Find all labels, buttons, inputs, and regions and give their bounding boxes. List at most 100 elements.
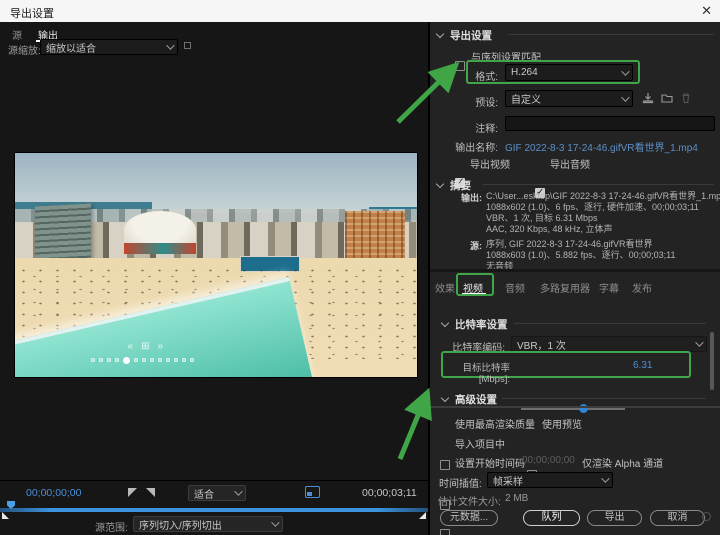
- zoom-level-value: 适合: [194, 489, 214, 501]
- preset-label: 预设:: [475, 98, 498, 109]
- target-bitrate-slider[interactable]: [521, 404, 625, 413]
- metadata-button[interactable]: 元数据...: [440, 510, 498, 526]
- export-video-label: 导出视频: [470, 160, 510, 171]
- current-timecode[interactable]: 00;00;00;00: [26, 487, 81, 499]
- summary-output-line: C:\User...esktop\GIF 2022-8-3 17-24-46.g…: [486, 191, 720, 201]
- start-timecode-value: 00;00;00;00: [522, 455, 575, 466]
- estimated-size-value: 2 MB: [505, 493, 529, 504]
- zoom-level-dropdown[interactable]: 适合: [188, 485, 246, 501]
- mark-out-icon[interactable]: [146, 488, 155, 497]
- tab-source[interactable]: 源: [12, 27, 22, 42]
- collapse-chevron-icon: [435, 29, 445, 39]
- tab-effects[interactable]: 效果: [435, 280, 455, 295]
- pager-dot: [158, 358, 163, 363]
- pager-dot: [115, 358, 120, 363]
- bitrate-section-header[interactable]: 比特率设置: [440, 317, 508, 332]
- tab-captions[interactable]: 字幕: [599, 280, 619, 295]
- save-preset-icon[interactable]: [642, 92, 654, 104]
- summary-output-line: AAC, 320 Kbps, 48 kHz, 立体声: [486, 224, 613, 234]
- source-scale-value: 缩放以适合: [46, 43, 96, 55]
- scene-orange-building: [344, 211, 405, 261]
- pager-dot: [107, 358, 112, 363]
- bitrate-encoding-label: 比特率编码:: [452, 343, 505, 354]
- comment-label: 注释:: [475, 124, 498, 135]
- bitrate-title: 比特率设置: [455, 319, 508, 331]
- match-sequence-label: 与序列设置匹配: [471, 53, 541, 64]
- queue-button[interactable]: 队列: [523, 510, 580, 526]
- summary-output-line: VBR、1 次, 目标 6.31 Mbps: [486, 213, 598, 223]
- header-rule: [514, 323, 706, 324]
- tab-video-underline: [462, 293, 486, 295]
- pager-dot: [190, 358, 195, 363]
- time-interpolation-dropdown[interactable]: 帧采样: [487, 472, 613, 488]
- summary-source-line: 1088x603 (1.0)、5.882 fps、逐行、00;00;03;11: [486, 250, 676, 260]
- preset-value: 自定义: [511, 95, 541, 106]
- advanced-section-header[interactable]: 高级设置: [440, 392, 497, 407]
- start-timecode-checkbox[interactable]: [440, 529, 450, 535]
- max-render-quality-checkbox[interactable]: [440, 460, 450, 470]
- source-range-value: 序列切入/序列切出: [139, 520, 222, 532]
- collapse-chevron-icon: [435, 179, 445, 189]
- nav-prev-icon: «: [127, 341, 142, 353]
- export-section-title: 导出设置: [450, 30, 492, 42]
- time-interpolation-value: 帧采样: [493, 476, 523, 488]
- summary-output-label: 输出:: [461, 193, 482, 203]
- bitrate-encoding-value: VBR，1 次: [517, 340, 566, 352]
- tab-publish[interactable]: 发布: [632, 280, 652, 295]
- title-bar: 导出设置 ✕: [0, 0, 720, 22]
- match-sequence-checkbox[interactable]: [455, 61, 465, 71]
- duration-timecode: 00;00;03;11: [362, 487, 417, 499]
- scale-option-box[interactable]: [184, 42, 191, 49]
- export-button[interactable]: 导出: [587, 510, 642, 526]
- import-preset-folder-icon[interactable]: [661, 92, 673, 104]
- source-range-label: 源范围:: [95, 523, 128, 534]
- resize-grip[interactable]: [702, 512, 711, 521]
- bitrate-encoding-dropdown[interactable]: VBR，1 次: [511, 336, 707, 352]
- nav-next-icon: »: [157, 341, 172, 353]
- format-dropdown[interactable]: H.264: [505, 64, 633, 81]
- pager-dot: [99, 358, 104, 363]
- panel-edge: [430, 406, 720, 408]
- summary-output-line: 1088x602 (1.0)、6 fps、逐行, 硬件加速、00;00;03;1…: [486, 202, 699, 212]
- pager-dot: [123, 356, 131, 364]
- gif-nav-overlay: «⊞»: [128, 341, 172, 352]
- nav-grid-icon: ⊞: [141, 341, 158, 353]
- timeline-handle-right[interactable]: [419, 512, 426, 519]
- comment-input[interactable]: [505, 116, 715, 131]
- chevron-down-icon: [621, 92, 630, 102]
- fit-screen-icon[interactable]: [305, 486, 320, 498]
- timeline-scrubber[interactable]: [0, 508, 428, 512]
- header-rule: [508, 34, 714, 35]
- chevron-down-icon: [234, 487, 243, 496]
- target-bitrate-value[interactable]: 6.31: [633, 360, 652, 371]
- output-name-link[interactable]: GIF 2022-8-3 17-24-46.gifVR看世界_1.mp4: [505, 139, 698, 154]
- cancel-button[interactable]: 取消: [650, 510, 705, 526]
- summary-source-label: 源:: [470, 241, 482, 251]
- source-scale-dropdown[interactable]: 缩放以适合: [40, 39, 178, 55]
- mark-in-icon[interactable]: [128, 488, 137, 497]
- chevron-down-icon: [166, 41, 175, 50]
- section-gap: [430, 269, 720, 272]
- pager-dot: [142, 358, 147, 363]
- format-value: H.264: [511, 67, 538, 78]
- timeline-handle-left[interactable]: [2, 512, 9, 519]
- estimated-size-label: 估计文件大小:: [438, 497, 501, 508]
- collapse-chevron-icon: [440, 393, 450, 403]
- tab-audio[interactable]: 音频: [505, 280, 525, 295]
- start-timecode-label: 设置开始时间码: [455, 459, 525, 470]
- scrollbar-thumb[interactable]: [710, 332, 714, 390]
- export-section-header[interactable]: 导出设置: [435, 28, 492, 43]
- format-label: 格式:: [475, 72, 498, 83]
- tab-multiplexer[interactable]: 多路复用器: [540, 280, 590, 295]
- pager-dot: [150, 358, 155, 363]
- pager-dot: [91, 358, 96, 363]
- target-bitrate-label: 目标比特率 [Mbps]:: [462, 363, 510, 385]
- export-settings-dialog: 导出设置 ✕ 源 输出 源缩放: 缩放以适合 «⊞» 00;00;00;00 适…: [0, 0, 720, 535]
- delete-preset-trash-icon[interactable]: [680, 92, 692, 104]
- preset-dropdown[interactable]: 自定义: [505, 90, 633, 107]
- video-preview[interactable]: «⊞»: [14, 152, 418, 378]
- close-icon[interactable]: ✕: [701, 3, 712, 19]
- advanced-title: 高级设置: [455, 394, 497, 406]
- header-rule: [483, 184, 714, 185]
- source-range-dropdown[interactable]: 序列切入/序列切出: [133, 516, 283, 532]
